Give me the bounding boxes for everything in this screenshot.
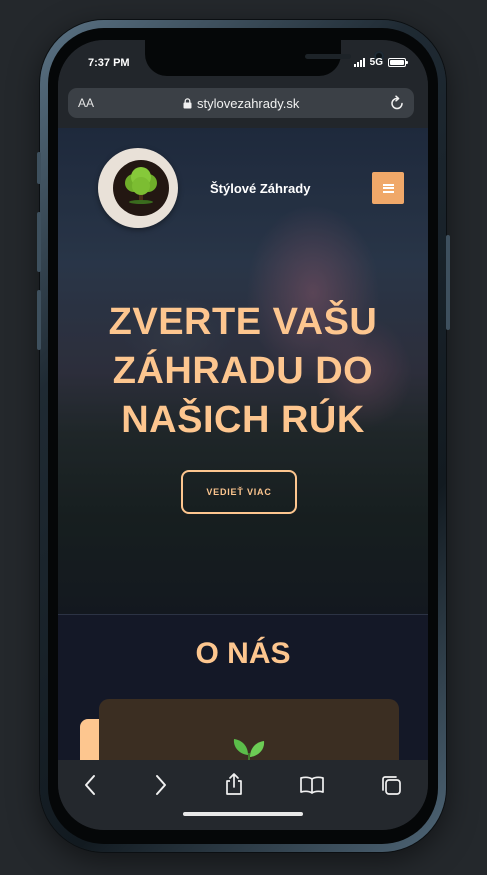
site-logo[interactable] — [98, 148, 178, 228]
url-display[interactable]: stylovezahrady.sk — [183, 96, 299, 111]
speaker — [305, 54, 351, 59]
about-section: O NÁS — [58, 615, 428, 760]
hero-section: Štýlové Záhrady ZVERTE VAŠU ZÁHRADU DO N… — [58, 128, 428, 614]
tree-icon — [125, 167, 157, 204]
home-indicator[interactable] — [183, 812, 303, 816]
forward-icon[interactable] — [154, 774, 168, 796]
network-label: 5G — [369, 57, 383, 68]
bookmarks-icon[interactable] — [299, 775, 325, 795]
mute-switch — [37, 152, 41, 184]
power-button — [446, 235, 450, 330]
share-icon[interactable] — [224, 772, 244, 796]
phone-screen: 7:37 PM 5G AA stylovezahrady.sk Štýlové … — [58, 40, 428, 830]
lock-icon — [183, 98, 192, 109]
notch — [145, 40, 384, 76]
about-photo — [99, 699, 399, 760]
status-indicators: 5G — [353, 57, 408, 68]
address-bar[interactable]: AA stylovezahrady.sk — [68, 88, 414, 118]
back-icon[interactable] — [83, 774, 97, 796]
seedling-icon — [233, 739, 265, 760]
text-size-button[interactable]: AA — [78, 96, 94, 110]
url-text: stylovezahrady.sk — [197, 96, 300, 111]
status-time: 7:37 PM — [88, 57, 130, 69]
browser-address-area: AA stylovezahrady.sk — [58, 84, 428, 128]
reload-icon[interactable] — [389, 95, 405, 111]
browser-toolbar — [58, 760, 428, 830]
logo-emblem — [113, 160, 169, 216]
volume-up-button — [37, 212, 41, 272]
battery-icon — [388, 58, 408, 67]
signal-icon — [353, 58, 365, 67]
tabs-icon[interactable] — [380, 774, 402, 796]
web-content: Štýlové Záhrady ZVERTE VAŠU ZÁHRADU DO N… — [58, 128, 428, 760]
status-bar: 7:37 PM 5G — [58, 40, 428, 84]
about-title: O NÁS — [195, 637, 291, 670]
learn-more-button[interactable]: VEDIEŤ VIAC — [181, 470, 297, 514]
phone-bezel: 7:37 PM 5G AA stylovezahrady.sk Štýlové … — [48, 28, 438, 844]
brand-name[interactable]: Štýlové Záhrady — [210, 181, 310, 196]
hamburger-menu-button[interactable] — [372, 172, 404, 204]
hamburger-icon — [382, 183, 394, 193]
hero-headline: ZVERTE VAŠU ZÁHRADU DO NAŠICH RÚK — [108, 301, 378, 441]
volume-down-button — [37, 290, 41, 350]
